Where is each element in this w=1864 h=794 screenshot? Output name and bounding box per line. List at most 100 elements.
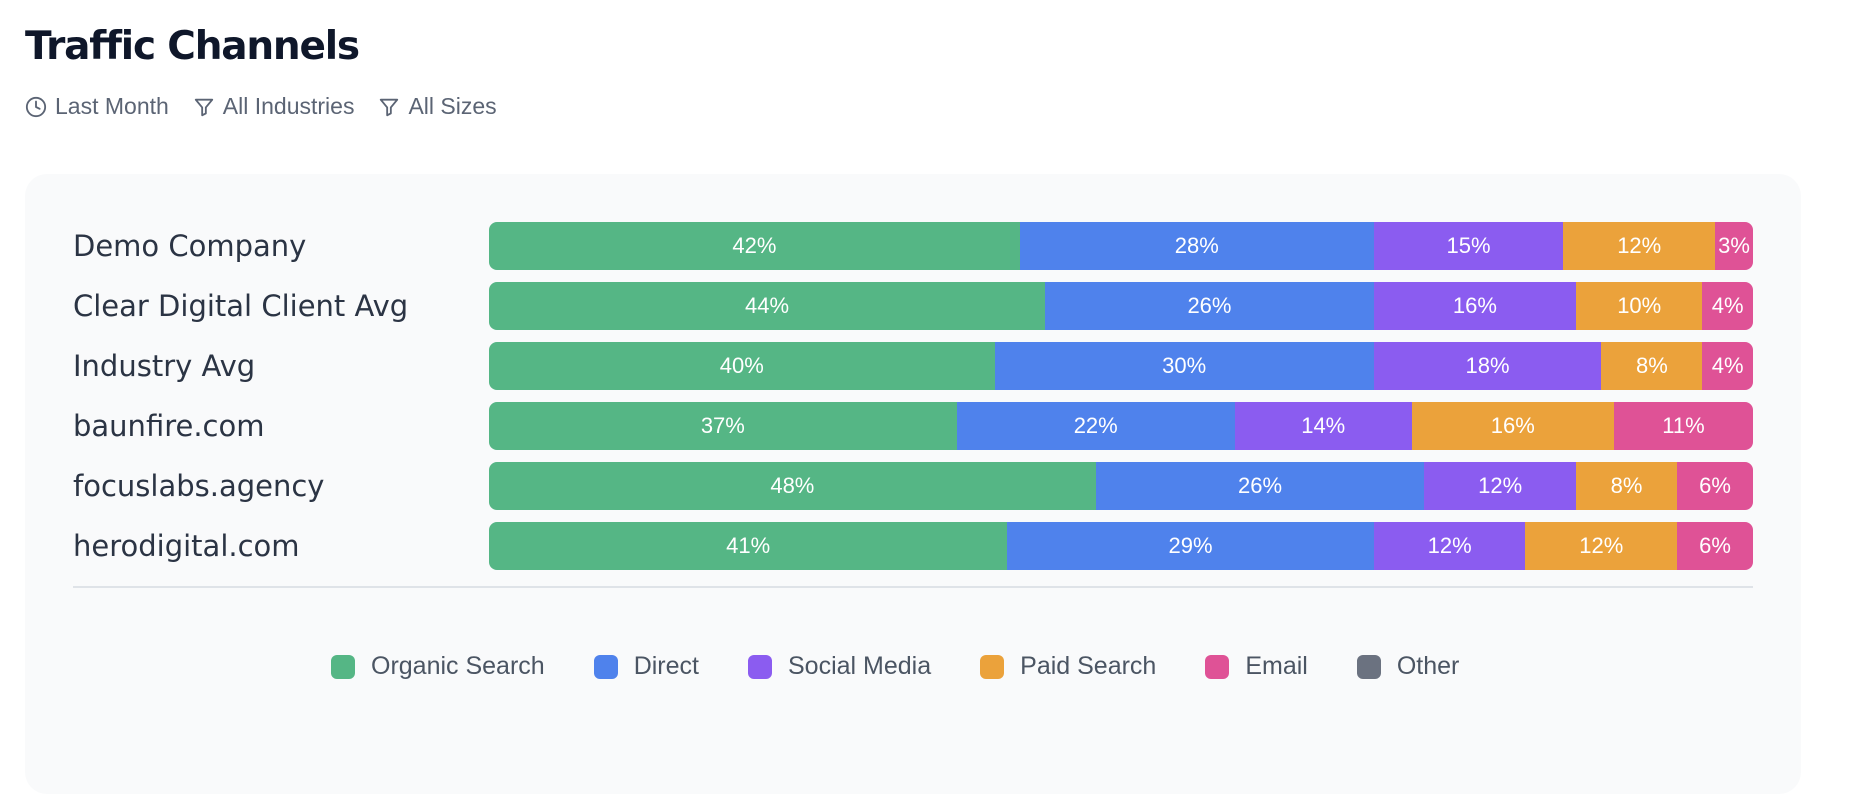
data-label: 18%: [1465, 353, 1510, 378]
bar-segment-direct[interactable]: 26%: [1095, 462, 1425, 510]
data-label: 42%: [732, 233, 777, 258]
date-range-label: Last Month: [55, 93, 169, 119]
bar-segment-direct[interactable]: 30%: [994, 342, 1374, 390]
bar-segment-social-media[interactable]: 16%: [1373, 282, 1577, 330]
bar-segment-email[interactable]: 4%: [1702, 342, 1753, 390]
legend-label: Organic Search: [371, 652, 545, 680]
legend-label: Email: [1245, 652, 1308, 680]
bar-segment-paid-search[interactable]: 8%: [1601, 342, 1703, 390]
chart-legend: Organic Search Direct Social Media Paid Sea…: [331, 652, 1508, 681]
legend-label: Other: [1396, 652, 1460, 680]
bar-segment-organic-search[interactable]: 41%: [489, 522, 1008, 570]
data-label: 44%: [745, 293, 790, 318]
data-label: 4%: [1711, 293, 1744, 318]
stacked-bar[interactable]: 41% 29% 12% 12% 6%: [489, 522, 1753, 570]
legend-item[interactable]: Social Media: [748, 652, 931, 681]
legend-swatch: [331, 654, 355, 679]
data-label: 12%: [1579, 533, 1624, 558]
legend-item[interactable]: Organic Search: [331, 652, 545, 681]
data-label: 29%: [1168, 533, 1213, 558]
data-label: 26%: [1187, 293, 1232, 318]
data-label: 6%: [1699, 533, 1731, 558]
bar-segment-social-media[interactable]: 15%: [1373, 222, 1564, 270]
industry-filter[interactable]: All Industries: [193, 93, 355, 120]
row-label: herodigital.com: [73, 529, 300, 563]
legend-label: Paid Search: [1020, 652, 1157, 680]
legend-swatch: [980, 654, 1005, 679]
bar-segment-email[interactable]: 6%: [1677, 522, 1753, 570]
stacked-bar[interactable]: 44% 26% 16% 10% 4%: [489, 282, 1753, 330]
filter-icon: [380, 98, 399, 116]
legend-label: Direct: [633, 652, 699, 680]
bar-segment-email[interactable]: 6%: [1677, 462, 1753, 510]
data-label: 11%: [1662, 413, 1705, 438]
stacked-bar[interactable]: 40% 30% 18% 8% 4%: [489, 342, 1753, 390]
data-label: 22%: [1073, 413, 1118, 438]
data-label: 37%: [700, 413, 745, 438]
bar-segment-organic-search[interactable]: 42%: [489, 222, 1020, 270]
bar-segment-direct[interactable]: 29%: [1007, 522, 1374, 570]
bar-segment-paid-search[interactable]: 10%: [1576, 282, 1703, 330]
stacked-bar[interactable]: 37% 22% 14% 16% 11%: [489, 402, 1753, 450]
filter-icon: [194, 98, 213, 116]
bar-segment-direct[interactable]: 28%: [1019, 222, 1374, 270]
bar-segment-paid-search[interactable]: 16%: [1411, 402, 1614, 450]
bar-segment-paid-search[interactable]: 12%: [1525, 522, 1678, 570]
bar-segment-email[interactable]: 3%: [1715, 222, 1753, 270]
stacked-bar[interactable]: 42% 28% 15% 12% 3%: [489, 222, 1753, 270]
legend-swatch: [1356, 654, 1381, 679]
row-label: Clear Digital Client Avg: [73, 289, 409, 323]
size-filter-label: All Sizes: [408, 93, 497, 119]
stacked-bar[interactable]: 48% 26% 12% 8% 6%: [489, 462, 1753, 510]
data-label: 26%: [1238, 473, 1283, 498]
legend-item[interactable]: Email: [1205, 652, 1308, 681]
legend-item[interactable]: Direct: [593, 652, 699, 681]
filter-bar: Last Month All Industries All Sizes: [25, 93, 521, 120]
data-label: 16%: [1452, 293, 1497, 318]
data-label: 41%: [726, 533, 771, 558]
row-label: focuslabs.agency: [73, 469, 325, 503]
data-label: 16%: [1490, 413, 1535, 438]
page-scrollbar[interactable]: [1849, 0, 1864, 782]
data-label: 4%: [1711, 353, 1744, 378]
data-label: 8%: [1635, 353, 1668, 378]
chart-divider: [73, 586, 1753, 588]
bar-segment-email[interactable]: 11%: [1613, 402, 1753, 450]
bar-segment-organic-search[interactable]: 37%: [489, 402, 957, 450]
data-label: 6%: [1699, 473, 1731, 498]
legend-swatch: [748, 654, 772, 679]
bar-segment-organic-search[interactable]: 40%: [489, 342, 995, 390]
bar-segment-direct[interactable]: 26%: [1045, 282, 1374, 330]
legend-item[interactable]: Paid Search: [980, 652, 1156, 681]
bar-segment-paid-search[interactable]: 8%: [1576, 462, 1678, 510]
clock-icon: [25, 96, 47, 117]
bar-segment-social-media[interactable]: 12%: [1424, 462, 1577, 510]
data-label: 8%: [1610, 473, 1643, 498]
bar-segment-direct[interactable]: 22%: [956, 402, 1235, 450]
bar-segment-organic-search[interactable]: 44%: [489, 282, 1046, 330]
row-label: Industry Avg: [73, 349, 256, 383]
legend-label: Social Media: [788, 652, 932, 680]
legend-swatch: [1205, 654, 1230, 679]
bar-segment-organic-search[interactable]: 48%: [489, 462, 1096, 510]
industry-filter-label: All Industries: [222, 93, 355, 119]
data-label: 14%: [1301, 413, 1346, 438]
size-filter[interactable]: All Sizes: [378, 93, 497, 120]
bar-segment-social-media[interactable]: 18%: [1373, 342, 1602, 390]
data-label: 12%: [1478, 473, 1523, 498]
bar-segment-social-media[interactable]: 12%: [1373, 522, 1526, 570]
data-label: 48%: [770, 473, 815, 498]
legend-item[interactable]: Other: [1356, 652, 1460, 681]
data-label: 12%: [1617, 233, 1662, 258]
data-label: 30%: [1162, 353, 1207, 378]
data-label: 15%: [1446, 233, 1491, 258]
row-label: baunfire.com: [73, 409, 265, 443]
page-title: Traffic Channels: [25, 24, 360, 69]
data-label: 10%: [1617, 293, 1662, 318]
date-range-filter[interactable]: Last Month: [25, 93, 169, 120]
bar-segment-email[interactable]: 4%: [1702, 282, 1753, 330]
bar-segment-social-media[interactable]: 14%: [1234, 402, 1412, 450]
data-label: 40%: [719, 353, 764, 378]
bar-segment-paid-search[interactable]: 12%: [1563, 222, 1716, 270]
data-label: 28%: [1174, 233, 1219, 258]
